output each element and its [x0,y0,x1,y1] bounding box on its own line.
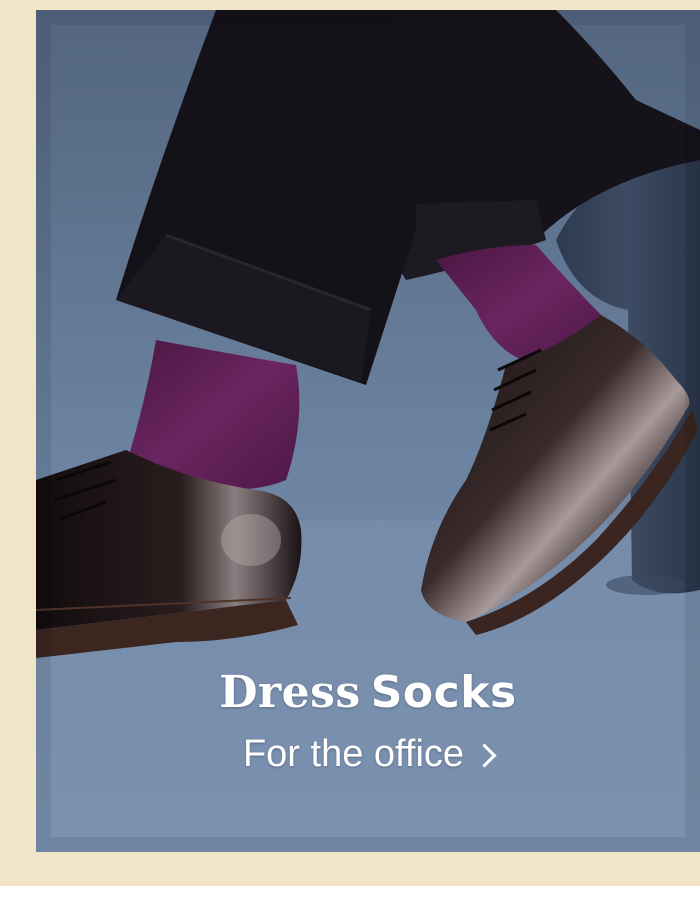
for-the-office-link[interactable]: For the office [242,731,497,777]
bottom-divider [0,886,700,900]
headline-word-dress: Dress [219,667,361,718]
dress-socks-banner[interactable]: Dress Socks For the office [36,10,700,852]
promo-page: Dress Socks For the office [0,0,700,900]
banner-headline: Dress Socks [36,665,700,721]
chevron-right-icon [472,742,497,768]
banner-caption: Dress Socks For the office [36,665,700,777]
cta-label: For the office [242,733,465,775]
headline-word-socks: Socks [370,667,517,718]
